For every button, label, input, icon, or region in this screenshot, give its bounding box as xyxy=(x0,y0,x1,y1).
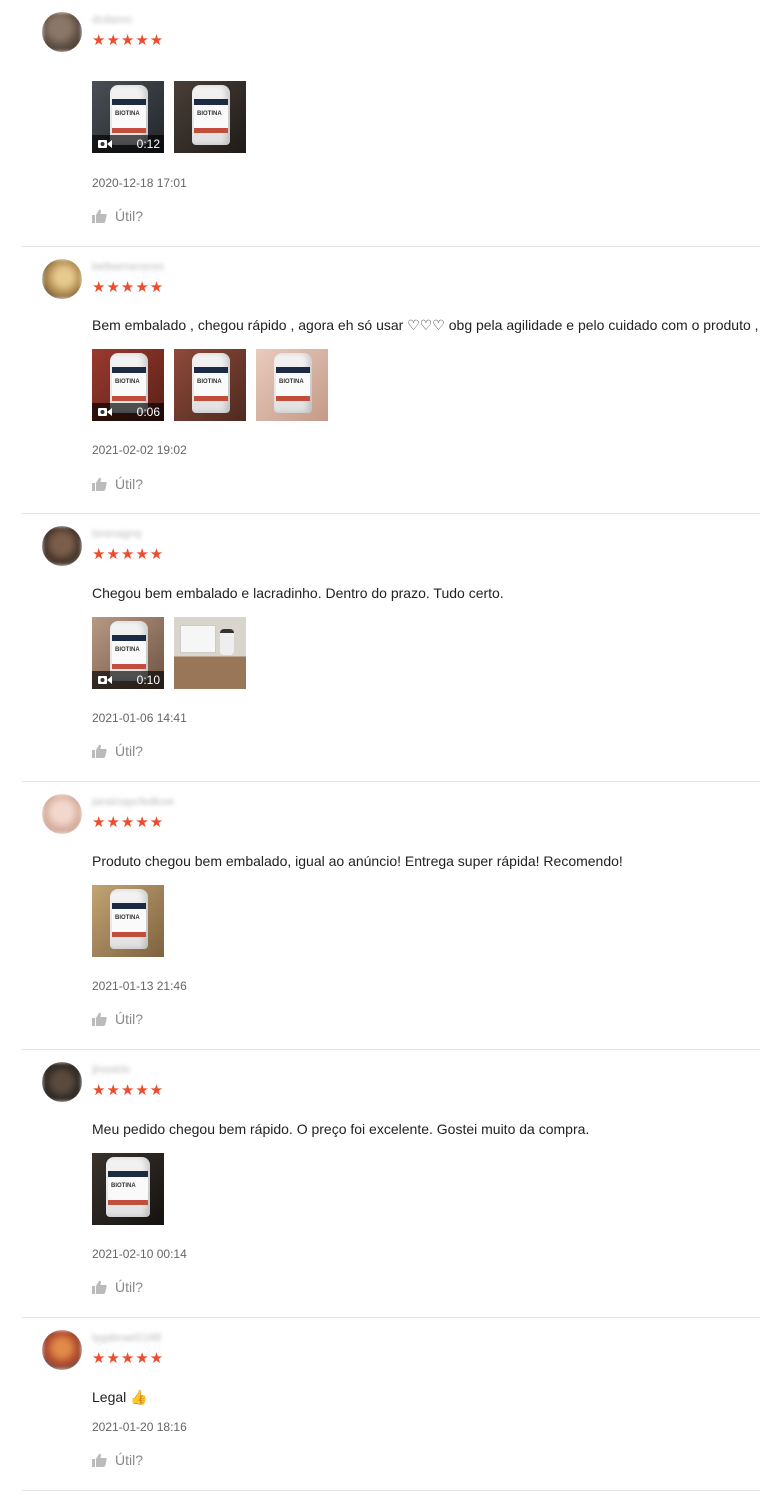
avatar[interactable] xyxy=(42,794,82,834)
media-gallery: BIOTINA 0:10 xyxy=(92,617,246,689)
useful-button[interactable]: Útil? xyxy=(92,1279,143,1295)
video-duration: 0:06 xyxy=(136,405,160,419)
useful-button[interactable]: Útil? xyxy=(92,743,143,759)
media-gallery: BIOTINA xyxy=(92,1153,164,1225)
useful-label: Útil? xyxy=(115,476,144,492)
review-comment: Bem embalado , chegou rápido , agora eh … xyxy=(92,317,759,333)
thumbs-up-icon xyxy=(92,1280,107,1294)
video-camera-icon xyxy=(98,139,112,149)
video-thumbnail[interactable]: BIOTINA 0:12 xyxy=(92,81,164,153)
username[interactable]: dcdanro xyxy=(92,14,132,26)
review-item: belleemeneres ★★★★★ Bem embalado , chego… xyxy=(22,247,760,514)
rating-stars: ★★★★★ xyxy=(92,814,165,831)
rating-stars: ★★★★★ xyxy=(92,279,165,296)
review-date: 2021-01-13 21:46 xyxy=(92,979,187,993)
thumbs-up-icon xyxy=(92,209,107,223)
video-camera-icon xyxy=(98,407,112,417)
useful-label: Útil? xyxy=(115,1279,144,1295)
review-date: 2021-01-06 14:41 xyxy=(92,711,187,725)
thumbs-up-icon xyxy=(92,1453,107,1467)
useful-label: Útil? xyxy=(115,743,144,759)
review-comment: Produto chegou bem embalado, igual ao an… xyxy=(92,853,623,869)
media-gallery: BIOTINA 0:12 BIOTINA xyxy=(92,81,246,153)
useful-label: Útil? xyxy=(115,208,144,224)
review-item: dcdanro ★★★★★ BIOTINA 0:12 BIOTINA 2020-… xyxy=(22,0,760,247)
video-duration-bar: 0:06 xyxy=(92,403,164,421)
username[interactable]: lygabrael2188 xyxy=(92,1332,161,1344)
image-thumbnail[interactable]: BIOTINA xyxy=(174,349,246,421)
video-duration: 0:12 xyxy=(136,137,160,151)
media-gallery: BIOTINA xyxy=(92,885,164,957)
review-comment: Legal 👍 xyxy=(92,1389,148,1405)
review-item: lorenagnq ★★★★★ Chegou bem embalado e la… xyxy=(22,514,760,782)
avatar[interactable] xyxy=(42,526,82,566)
rating-stars: ★★★★★ xyxy=(92,546,165,563)
thumbs-up-icon xyxy=(92,744,107,758)
image-thumbnail[interactable]: BIOTINA xyxy=(174,81,246,153)
rating-stars: ★★★★★ xyxy=(92,32,165,49)
media-gallery: BIOTINA 0:06 BIOTINA BIOTINA xyxy=(92,349,328,421)
review-date: 2021-01-20 18:16 xyxy=(92,1420,187,1434)
useful-button[interactable]: Útil? xyxy=(92,1011,143,1027)
avatar[interactable] xyxy=(42,12,82,52)
thumbs-up-icon xyxy=(92,477,107,491)
review-date: 2020-12-18 17:01 xyxy=(92,176,187,190)
useful-button[interactable]: Útil? xyxy=(92,208,143,224)
review-item: janainapcfedkow ★★★★★ Produto chegou bem… xyxy=(22,782,760,1050)
image-thumbnail[interactable]: BIOTINA xyxy=(92,1153,164,1225)
avatar[interactable] xyxy=(42,259,82,299)
video-camera-icon xyxy=(98,675,112,685)
username[interactable]: lorenagnq xyxy=(92,528,141,540)
useful-button[interactable]: Útil? xyxy=(92,476,143,492)
rating-stars: ★★★★★ xyxy=(92,1350,165,1367)
video-duration: 0:10 xyxy=(136,673,160,687)
review-comment: Chegou bem embalado e lacradinho. Dentro… xyxy=(92,585,504,601)
video-duration-bar: 0:12 xyxy=(92,135,164,153)
video-thumbnail[interactable]: BIOTINA 0:10 xyxy=(92,617,164,689)
useful-label: Útil? xyxy=(115,1452,144,1468)
review-item: lygabrael2188 ★★★★★ Legal 👍 2021-01-20 1… xyxy=(22,1318,760,1491)
username[interactable]: jlnostrlo xyxy=(92,1064,130,1076)
video-duration-bar: 0:10 xyxy=(92,671,164,689)
avatar[interactable] xyxy=(42,1330,82,1370)
review-date: 2021-02-10 00:14 xyxy=(92,1247,187,1261)
useful-button[interactable]: Útil? xyxy=(92,1452,143,1468)
useful-label: Útil? xyxy=(115,1011,144,1027)
thumbs-up-icon xyxy=(92,1012,107,1026)
image-thumbnail[interactable] xyxy=(174,617,246,689)
review-comment: Meu pedido chegou bem rápido. O preço fo… xyxy=(92,1121,590,1137)
video-thumbnail[interactable]: BIOTINA 0:06 xyxy=(92,349,164,421)
image-thumbnail[interactable]: BIOTINA xyxy=(256,349,328,421)
username[interactable]: belleemeneres xyxy=(92,261,164,273)
review-list: dcdanro ★★★★★ BIOTINA 0:12 BIOTINA 2020-… xyxy=(0,0,760,1491)
username[interactable]: janainapcfedkow xyxy=(92,796,174,808)
review-item: jlnostrlo ★★★★★ Meu pedido chegou bem rá… xyxy=(22,1050,760,1318)
avatar[interactable] xyxy=(42,1062,82,1102)
review-date: 2021-02-02 19:02 xyxy=(92,443,187,457)
image-thumbnail[interactable]: BIOTINA xyxy=(92,885,164,957)
rating-stars: ★★★★★ xyxy=(92,1082,165,1099)
